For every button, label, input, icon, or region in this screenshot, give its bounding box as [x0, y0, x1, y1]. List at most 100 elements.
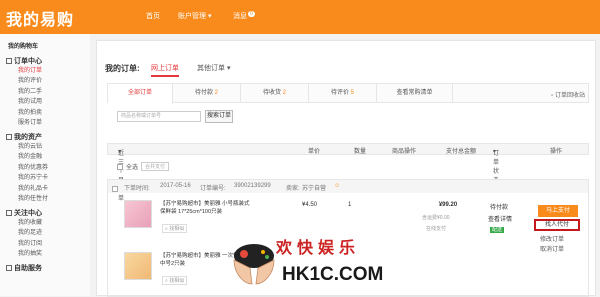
- edit-order-link[interactable]: 修改订单: [540, 234, 564, 243]
- subtab-all-orders[interactable]: 全部订单: [108, 84, 173, 104]
- sidebar-item-credit-pay[interactable]: 我的任性付: [6, 194, 90, 205]
- sidebar-section-self-service-label: 自助服务: [14, 264, 42, 272]
- order-header: 下单时间: 2017-05-16 订单编号: 39002139299 卖家: 苏…: [108, 180, 588, 193]
- sidebar-item-footprints[interactable]: 我的足迹: [6, 228, 90, 239]
- find-similar-label: 找相似: [169, 278, 185, 284]
- follow-icon: [6, 209, 12, 216]
- sidebar-item-gift-card[interactable]: 我的礼品卡: [6, 184, 90, 195]
- order-time: 2017-05-16: [160, 183, 191, 189]
- subtab-pending-receipt-count: 2: [282, 90, 287, 96]
- sidebar-item-cloud-diamonds[interactable]: 我的云钻: [6, 142, 90, 153]
- column-goods-ops: 商品操作: [392, 149, 417, 155]
- product-name[interactable]: 【苏宁易购超市】美丽雅 小号瓶装式保鲜袋 17*25cm*100只装: [160, 200, 252, 216]
- subtab-pending-payment-label: 待付款: [194, 90, 213, 96]
- subtab-pending-review[interactable]: 待评价 5: [309, 84, 377, 103]
- subtab-all-orders-label: 全部订单: [127, 90, 152, 96]
- sidebar-item-subscriptions[interactable]: 我的订阅: [6, 239, 90, 250]
- find-similar-button[interactable]: ⌕ 找相似: [162, 276, 188, 285]
- cancel-order-link[interactable]: 取消订单: [540, 244, 564, 253]
- subtab-pending-receipt[interactable]: 待收货 2: [241, 84, 309, 103]
- order-checkbox[interactable]: [112, 186, 118, 192]
- item-qty: 1: [348, 202, 352, 208]
- order-status-tabs: 全部订单 待付款 2 待收货 2 待评价 5 查看常购清单: [107, 83, 589, 104]
- seller-label: 卖家:: [286, 186, 300, 192]
- find-similar-button[interactable]: ⌕ 找相似: [162, 224, 188, 233]
- subtab-pending-payment[interactable]: 待付款 2: [173, 84, 241, 103]
- sidebar-item-my-orders[interactable]: 我的订单: [6, 66, 90, 77]
- order-center-icon: [6, 57, 12, 64]
- chevron-down-icon: ▾: [493, 149, 497, 155]
- delivery-tag-wrap: 配送: [490, 226, 505, 233]
- select-all-checkbox[interactable]: [117, 163, 123, 170]
- search-orders-button[interactable]: 搜索订单: [205, 110, 233, 123]
- nav-messages-label: 消息: [233, 13, 247, 20]
- sidebar-item-auctions[interactable]: 我的拍卖: [6, 108, 90, 119]
- nav-account-menu[interactable]: 账户管理 ▾: [178, 11, 211, 21]
- product-thumbnail[interactable]: [124, 200, 152, 228]
- nav-messages-link[interactable]: 消息 0: [233, 11, 255, 21]
- sidebar-item-suning-card[interactable]: 我的苏宁卡: [6, 173, 90, 184]
- seller-name[interactable]: 苏宁自营: [302, 183, 326, 192]
- column-qty: 数量: [354, 149, 367, 155]
- search-icon: ⌕: [165, 278, 168, 284]
- page-title: 我的订单:: [105, 64, 140, 73]
- item-price: ¥4.50: [302, 202, 318, 208]
- subtab-pending-payment-count: 2: [214, 90, 219, 96]
- pay-now-button[interactable]: 马上支付: [538, 205, 578, 217]
- sidebar-item-second-hand[interactable]: 我的二手: [6, 87, 90, 98]
- column-amount: 支付总金额: [446, 149, 477, 155]
- messages-badge: 0: [248, 11, 255, 17]
- sidebar-section-follow-label: 关注中心: [14, 209, 42, 217]
- sidebar-section-assets: 我的资产: [6, 132, 90, 142]
- subtab-pending-receipt-label: 待收货: [262, 90, 281, 96]
- order-number-label: 订单编号:: [200, 186, 226, 192]
- sidebar-item-finance[interactable]: 我的金融: [6, 152, 90, 163]
- orders-table-header: 近三个月订单 ▾ 单价 数量 商品操作 支付总金额 订单状态 ▾ 操作: [107, 143, 589, 202]
- sidebar-section-self-service: 自助服务: [6, 263, 90, 273]
- nav-home-link[interactable]: 首页: [146, 11, 160, 21]
- top-bar: 我的易购 首页 账户管理 ▾ 消息 0: [0, 0, 600, 34]
- sidebar: 我的购物车 订单中心 我的订单 我的评价 我的二手 我的试用 我的拍卖 服务订单…: [0, 34, 90, 296]
- sidebar-item-coupons[interactable]: 我的优惠券: [6, 163, 90, 174]
- tab-other-orders[interactable]: 其他订单 ▾: [197, 63, 230, 73]
- find-someone-pay-button[interactable]: 找人代付: [534, 219, 580, 231]
- nav-account-label: 账户管理: [178, 13, 206, 20]
- sidebar-item-my-reviews[interactable]: 我的评价: [6, 76, 90, 87]
- order-number[interactable]: 39002139299: [234, 183, 271, 189]
- sidebar-section-orders-label: 订单中心: [14, 57, 42, 65]
- subtab-frequent-list[interactable]: 查看常购清单: [377, 84, 453, 103]
- subtab-frequent-list-label: 查看常购清单: [396, 90, 433, 96]
- customer-service-icon[interactable]: ☺: [334, 183, 340, 189]
- order-search-input[interactable]: 商品名称或订单号: [117, 111, 201, 122]
- order-time-label: 下单时间:: [124, 186, 150, 192]
- product-thumbnail[interactable]: [124, 252, 152, 280]
- select-all-row: 全选 合并支付: [117, 162, 170, 171]
- sidebar-cart-link[interactable]: 我的购物车: [6, 42, 90, 53]
- recycle-bin-link[interactable]: ▫ 订单回收站: [551, 90, 585, 99]
- chevron-down-icon: ▾: [226, 65, 231, 72]
- delivery-tag: 配送: [490, 227, 505, 233]
- trash-icon: ▫: [551, 93, 554, 99]
- order-status: 待付款: [490, 205, 509, 211]
- watermark-chinese: 欢快娱乐: [276, 240, 361, 257]
- recycle-bin-label: 订单回收站: [554, 93, 585, 99]
- watermark-site: HK1C.COM: [282, 264, 384, 285]
- sidebar-item-favorites[interactable]: 我的收藏: [6, 218, 90, 229]
- order-shipping: 含运费¥0.00: [422, 215, 450, 221]
- sidebar-item-service-orders[interactable]: 服务订单: [6, 118, 90, 129]
- chevron-down-icon: ▾: [207, 13, 212, 20]
- sidebar-section-orders: 订单中心: [6, 56, 90, 66]
- column-ops: 操作: [550, 149, 563, 155]
- site-logo[interactable]: 我的易购: [6, 6, 74, 30]
- select-all-label: 全选: [126, 165, 139, 171]
- sidebar-item-lottery[interactable]: 我的抽奖: [6, 249, 90, 260]
- view-detail-link[interactable]: 查看详情: [488, 214, 512, 223]
- subtab-pending-review-label: 待评价: [330, 90, 349, 96]
- tab-online-orders[interactable]: 网上订单: [151, 63, 179, 77]
- game-controller-hand-icon: [233, 244, 275, 285]
- search-icon: ⌕: [165, 226, 168, 232]
- chevron-down-icon: ▾: [118, 149, 122, 155]
- merge-pay-button[interactable]: 合并支付: [141, 162, 170, 171]
- sidebar-item-trials[interactable]: 我的试用: [6, 97, 90, 108]
- self-service-icon: [6, 264, 12, 271]
